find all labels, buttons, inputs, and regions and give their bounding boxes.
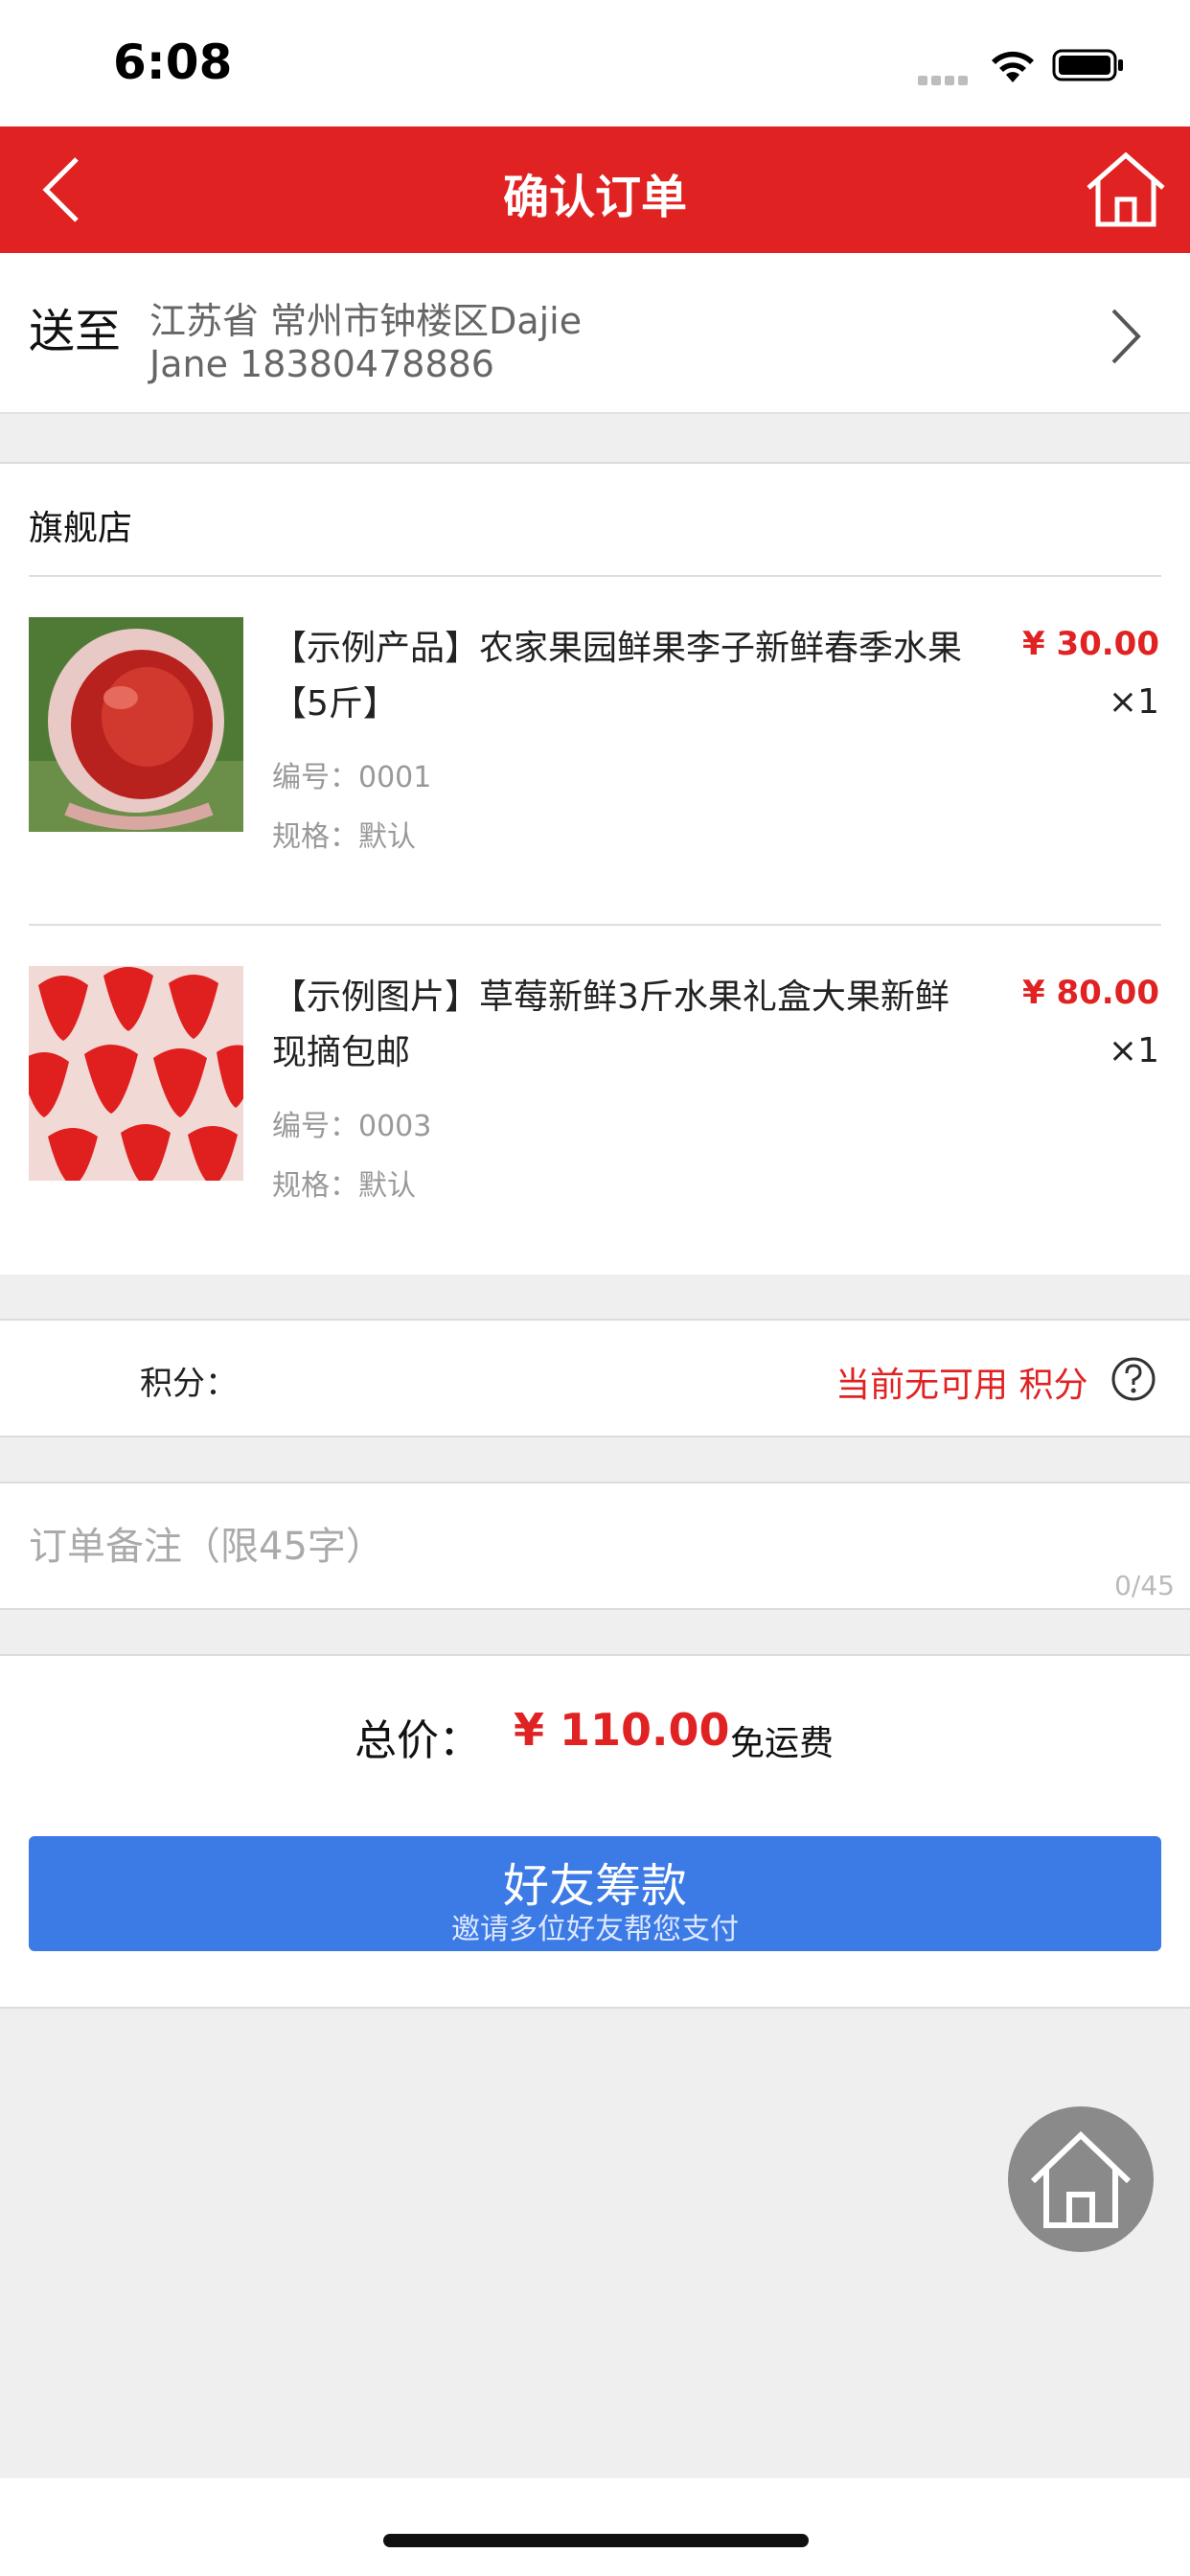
order-summary: 总价： ¥ 110.00 免运费 好友筹款 邀请多位好友帮您支付 [0,1654,1190,2009]
home-icon [1030,2130,1132,2228]
points-status: 当前无可用 积分 [835,1366,1088,1405]
home-icon[interactable] [1083,150,1169,230]
points-label: 积分： [140,1365,238,1403]
plum-photo-icon [29,617,243,832]
address-label: 送至 [29,305,122,358]
product-item[interactable]: 【示例产品】农家果园鲜果李子新鲜春季水果【5斤】 编号：0001 规格：默认 ¥… [0,577,1190,922]
fund-button-subtitle: 邀请多位好友帮您支付 [451,1913,739,1946]
remark-counter: 0/45 [1114,1570,1175,1601]
address-region: 江苏省 常州市钟楼区Dajie [149,300,583,342]
page-title: 确认订单 [502,171,687,224]
product-code: 编号：0001 [272,761,432,794]
floating-home-button[interactable] [1008,2106,1154,2252]
product-quantity: ×1 [1108,682,1159,722]
section-gap [0,1275,1190,1319]
product-image [29,617,243,832]
remark-input[interactable] [29,1518,987,1576]
product-code: 编号：0003 [272,1110,432,1143]
address-contact: Jane 18380478886 [149,343,494,385]
product-image [29,966,243,1181]
product-spec: 规格：默认 [272,820,416,854]
shop-section: 旗舰店 【示例产品】农家果园鲜果李子新鲜春季水果【5斤】 编号：0001 规格：… [0,462,1190,1275]
product-price: ¥ 30.00 [1021,625,1159,663]
product-spec: 规格：默认 [272,1169,416,1203]
order-remark: 0/45 [0,1482,1190,1610]
shop-name: 旗舰店 [29,509,133,548]
status-bar: 6:08 [0,0,1190,126]
home-indicator[interactable] [383,2534,809,2547]
total-price: ¥ 110.00 [514,1704,730,1756]
product-quantity: ×1 [1108,1031,1159,1070]
strawberry-photo-icon [29,966,243,1181]
product-price: ¥ 80.00 [1021,974,1159,1012]
section-gap [0,1438,1190,1482]
nav-header: 确认订单 [0,126,1190,253]
section-gap [0,414,1190,462]
chevron-right-icon [1111,309,1141,364]
product-title: 【示例产品】农家果园鲜果李子新鲜春季水果【5斤】 [272,629,963,724]
wifi-icon [992,51,1034,82]
question-circle-icon[interactable] [1110,1355,1157,1403]
friend-fundraise-button[interactable]: 好友筹款 邀请多位好友帮您支付 [29,1836,1161,1951]
section-gap [0,1610,1190,1654]
battery-icon [1052,49,1123,81]
points-row[interactable]: 积分： 当前无可用 积分 [0,1319,1190,1438]
product-title: 【示例图片】草莓新鲜3斤水果礼盒大果新鲜现摘包邮 [272,978,950,1072]
status-time: 6:08 [113,34,233,90]
shipping-fee: 免运费 [730,1724,835,1763]
shipping-address[interactable]: 送至 江苏省 常州市钟楼区Dajie Jane 18380478886 [0,253,1190,414]
total-label: 总价： [355,1716,481,1765]
cellular-signal-icon [918,71,973,85]
product-item[interactable]: 【示例图片】草莓新鲜3斤水果礼盒大果新鲜现摘包邮 编号：0003 规格：默认 ¥… [0,926,1190,1271]
